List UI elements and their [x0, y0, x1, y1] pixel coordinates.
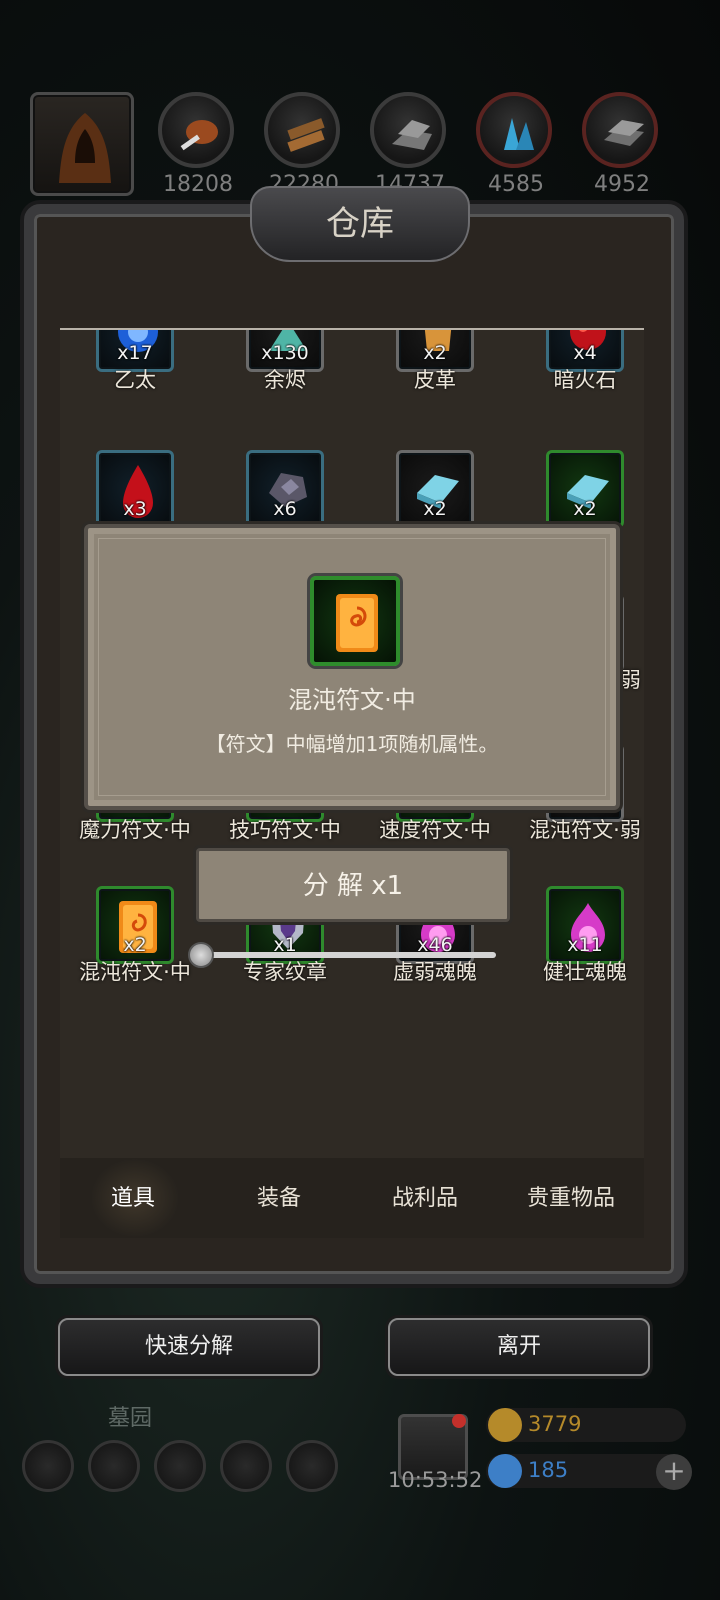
selected-item-slot: [310, 576, 400, 666]
quantity-slider[interactable]: [204, 952, 496, 958]
resource-value: 4952: [594, 172, 650, 197]
item-name: 技巧符文·中: [229, 818, 341, 842]
category-tabs: 道具 装备 战利品 贵重物品: [60, 1158, 644, 1238]
item-quantity: x2: [123, 934, 147, 956]
iron-icon: [582, 92, 658, 168]
resource-meat[interactable]: 18208: [158, 92, 238, 202]
item-name: 魔力符文·中: [79, 818, 191, 842]
item-name: 健壮魂魄: [543, 960, 627, 984]
popup-item-description: 【符文】中幅增加1项随机属性。: [205, 732, 499, 756]
page-title: 仓库: [326, 204, 394, 244]
tab-equipment[interactable]: 装备: [206, 1180, 352, 1212]
hero-icon[interactable]: [154, 1440, 206, 1492]
inventory-item[interactable]: x4 暗火石: [510, 330, 644, 404]
leave-button[interactable]: 离开: [388, 1318, 650, 1376]
inventory-item[interactable]: x11 健壮魂魄: [510, 886, 644, 996]
hero-portrait[interactable]: [30, 92, 134, 196]
item-name: 专家纹章: [243, 960, 327, 984]
tab-items[interactable]: 道具: [60, 1180, 206, 1212]
resource-value: 4585: [488, 172, 544, 197]
gold-coin-icon: [488, 1408, 522, 1442]
decompose-button[interactable]: 分 解 x1: [196, 848, 510, 922]
settings-icon[interactable]: [22, 1440, 74, 1492]
quick-decompose-button[interactable]: 快速分解: [58, 1318, 320, 1376]
resource-iron[interactable]: 4952: [582, 92, 662, 202]
item-quantity: x2: [423, 498, 447, 520]
item-quantity: x3: [123, 498, 147, 520]
item-name: 暗火石: [553, 368, 617, 392]
meat-icon: [158, 92, 234, 168]
item-quantity: x2: [423, 342, 447, 364]
notification-dot: [452, 1414, 466, 1428]
item-quantity: x2: [573, 498, 597, 520]
popup-item-name: 混沌符文·中: [288, 686, 416, 714]
inventory-item[interactable]: x17 乙太: [60, 330, 210, 404]
item-detail-popup: 混沌符文·中 【符文】中幅增加1项随机属性。: [84, 524, 620, 810]
add-currency-button[interactable]: +: [656, 1454, 692, 1490]
hooded-figure-icon: [59, 113, 111, 183]
item-quantity: x11: [567, 934, 603, 956]
item-quantity: x6: [273, 498, 297, 520]
inventory-item[interactable]: x2 混沌符文·中: [60, 886, 210, 996]
map-icon[interactable]: [88, 1440, 140, 1492]
gem-icon: [488, 1454, 522, 1488]
item-name: 乙太: [114, 368, 156, 392]
item-name: 虚弱魂魄: [393, 960, 477, 984]
gem-amount: 185: [528, 1458, 569, 1482]
item-name: 速度符文·中: [379, 818, 491, 842]
resource-value: 18208: [163, 172, 233, 197]
tab-loot[interactable]: 战利品: [352, 1180, 498, 1212]
quest-icon[interactable]: [220, 1440, 272, 1492]
resource-crystal[interactable]: 4585: [476, 92, 556, 202]
stone-icon: [370, 92, 446, 168]
item-name: 皮革: [414, 368, 456, 392]
item-quantity: x4: [573, 342, 597, 364]
location-label: 墓园: [108, 1406, 153, 1431]
timer: 10:53:52: [388, 1468, 483, 1492]
item-name: 余烬: [264, 368, 306, 392]
crystal-icon: [476, 92, 552, 168]
item-name: 混沌符文·弱: [529, 818, 641, 842]
wood-icon: [264, 92, 340, 168]
tab-valuables[interactable]: 贵重物品: [498, 1180, 644, 1212]
inventory-item[interactable]: x2 皮革: [360, 330, 510, 404]
gold-amount: 3779: [528, 1412, 582, 1436]
quantity-slider-thumb[interactable]: [188, 942, 214, 968]
rune-icon: [336, 594, 378, 652]
craft-icon[interactable]: [286, 1440, 338, 1492]
gold-counter: 3779: [486, 1408, 686, 1442]
item-quantity: x17: [117, 342, 153, 364]
inventory-item[interactable]: x130 余烬: [210, 330, 360, 404]
item-quantity: x130: [261, 342, 309, 364]
